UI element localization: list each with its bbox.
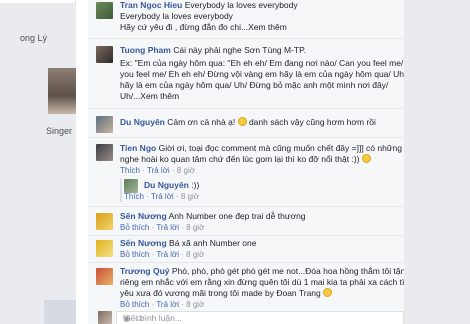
comment-line: yêu xưa đó vương mãi trong tôi made by Đ… bbox=[120, 288, 333, 299]
comment-text: Cái này phải nghe Sơn Tùng M-TP. bbox=[173, 45, 307, 55]
comment-line: Uh/...Xem thêm bbox=[120, 91, 180, 101]
comment-line: Du Nguyên :)) bbox=[144, 180, 199, 191]
comment-text: Bá xã anh Number one bbox=[169, 238, 257, 248]
divider bbox=[88, 206, 404, 207]
unlike-link[interactable]: Bỏ thích bbox=[120, 250, 149, 259]
commenter-name[interactable]: Sến Nương bbox=[120, 211, 167, 221]
sidebar-photo[interactable] bbox=[44, 300, 76, 324]
reply-thread-line bbox=[120, 178, 122, 202]
commenter-name[interactable]: Du Nguyên bbox=[144, 180, 189, 190]
divider bbox=[88, 38, 404, 39]
sidebar-label: ong Lý bbox=[20, 33, 48, 43]
comment-actions: Thích · Trả lời · 8 giờ bbox=[120, 166, 195, 175]
avatar[interactable] bbox=[96, 144, 113, 161]
reply-link[interactable]: Trả lời bbox=[156, 223, 179, 232]
left-sidebar: ong Lý Singer bbox=[0, 0, 76, 324]
reply-link[interactable]: Trả lời bbox=[156, 300, 179, 309]
comment-line: Sến Nương Bá xã anh Number one bbox=[120, 238, 256, 249]
comment-text: yêu xưa đó vương mãi trong tôi made by Đ… bbox=[120, 288, 321, 298]
attach-icons[interactable]: ◉☺ bbox=[123, 313, 397, 324]
divider bbox=[88, 108, 404, 109]
comment-line: Du Nguyên Cảm ơn cả nhà ạ! danh sách vậy… bbox=[120, 117, 376, 128]
comment-text: Cảm ơn cả nhà ạ! bbox=[167, 117, 236, 127]
comment-actions: Bỏ thích · Trả lời · 8 giờ bbox=[120, 250, 205, 259]
divider bbox=[88, 262, 404, 263]
comment-line: Tran Ngoc Hieu Everybody la loves everyb… bbox=[120, 0, 298, 11]
sidebar-label: Singer bbox=[46, 126, 73, 136]
like-link[interactable]: Thích bbox=[124, 192, 144, 201]
avatar[interactable] bbox=[96, 268, 113, 285]
commenter-name[interactable]: Tuong Pham bbox=[120, 45, 171, 55]
comment-line: nghe hoài ko quan tâm chứ đến lúc gom lạ… bbox=[120, 154, 371, 165]
commenter-name[interactable]: Tran Ngoc Hieu bbox=[120, 0, 182, 10]
comment-line: hãy là em của ngày hôm qua/ Uh/ Đừng bỏ … bbox=[120, 80, 389, 90]
divider bbox=[88, 137, 404, 138]
reply-link[interactable]: Trả lời bbox=[147, 166, 170, 175]
comment-text: nghe hoài ko quan tâm chứ đến lúc gom lạ… bbox=[120, 154, 360, 164]
commenter-name[interactable]: Sến Nương bbox=[120, 238, 167, 248]
avatar bbox=[98, 311, 112, 324]
comment-time[interactable]: 8 giờ bbox=[177, 166, 195, 175]
smiley-icon bbox=[323, 288, 333, 297]
avatar[interactable] bbox=[96, 116, 113, 133]
commenter-name[interactable]: Du Nguyên bbox=[120, 117, 165, 127]
right-column bbox=[404, 0, 470, 324]
commenter-name[interactable]: Tien Ngo bbox=[120, 143, 156, 153]
comment-time[interactable]: 8 giờ bbox=[186, 250, 204, 259]
avatar[interactable] bbox=[96, 213, 113, 230]
smiley-icon bbox=[237, 117, 247, 126]
divider bbox=[88, 235, 404, 236]
sidebar-card bbox=[0, 0, 76, 3]
comment-input[interactable]: Viết bình luận... ◉☺ bbox=[116, 311, 404, 324]
avatar[interactable] bbox=[96, 46, 113, 63]
comment-line: Tien Ngo Giời ơi, toại đọc comment mà cũ… bbox=[120, 143, 415, 154]
avatar[interactable] bbox=[124, 179, 138, 193]
comment-line: Sến Nương Anh Number one đẹp trai dễ thư… bbox=[120, 211, 306, 222]
sidebar-photo[interactable] bbox=[48, 68, 76, 114]
comment-text: Everybody la loves everybody bbox=[184, 0, 298, 10]
unlike-link[interactable]: Bỏ thích bbox=[120, 300, 149, 309]
unlike-link[interactable]: Bỏ thích bbox=[120, 223, 149, 232]
smiley-icon bbox=[361, 154, 371, 163]
comment-line: Tuong Pham Cái này phải nghe Sơn Tùng M-… bbox=[120, 45, 306, 56]
comment-text: Anh Number one đẹp trai dễ thương bbox=[168, 211, 306, 221]
comment-time[interactable]: 8 giờ bbox=[181, 192, 199, 201]
comment-text: Phò, phò, phò gét phò gét me not...Đóa h… bbox=[171, 266, 411, 276]
comment-list: Tran Ngoc Hieu Everybody la loves everyb… bbox=[88, 0, 421, 324]
avatar[interactable] bbox=[96, 2, 113, 19]
comment-actions: Thích · Trả lời · 8 giờ bbox=[124, 192, 199, 201]
reply-link[interactable]: Trả lời bbox=[151, 192, 174, 201]
avatar[interactable] bbox=[96, 240, 113, 257]
comment-line: Trương Quý Phò, phò, phò gét phò gét me … bbox=[120, 266, 410, 277]
comment-time[interactable]: 8 giờ bbox=[186, 300, 204, 309]
comment-line: riêng em nhắc với em rằng xin đừng quên … bbox=[120, 277, 414, 287]
commenter-name[interactable]: Trương Quý bbox=[120, 266, 170, 276]
comment-time[interactable]: 8 giờ bbox=[186, 223, 204, 232]
comment-line: Hãy cứ yêu đi , đừng đắn đo chi...Xem th… bbox=[120, 22, 287, 33]
comment-line: Ex: "Em của ngày hôm qua: "Eh eh eh/ Em … bbox=[120, 58, 422, 68]
comment-line: you feel me/ Eh eh eh/ Đừng vội vàng em … bbox=[120, 69, 419, 79]
comment-actions: Bỏ thích · Trả lời · 8 giờ bbox=[120, 223, 205, 232]
reply-link[interactable]: Trả lời bbox=[156, 250, 179, 259]
comment-line: Everybody la loves everybody bbox=[120, 11, 233, 21]
like-link[interactable]: Thích bbox=[120, 166, 140, 175]
comment-text: :)) bbox=[191, 180, 200, 190]
comment-text: Hãy cứ yêu đi , đừng đắn đo chi...Xem th… bbox=[120, 22, 287, 32]
comment-text: Giời ơi, toại đọc comment mà cũng muốn c… bbox=[158, 143, 416, 153]
comment-text: danh sách vậy cũng hơm hơm rồi bbox=[248, 117, 376, 127]
